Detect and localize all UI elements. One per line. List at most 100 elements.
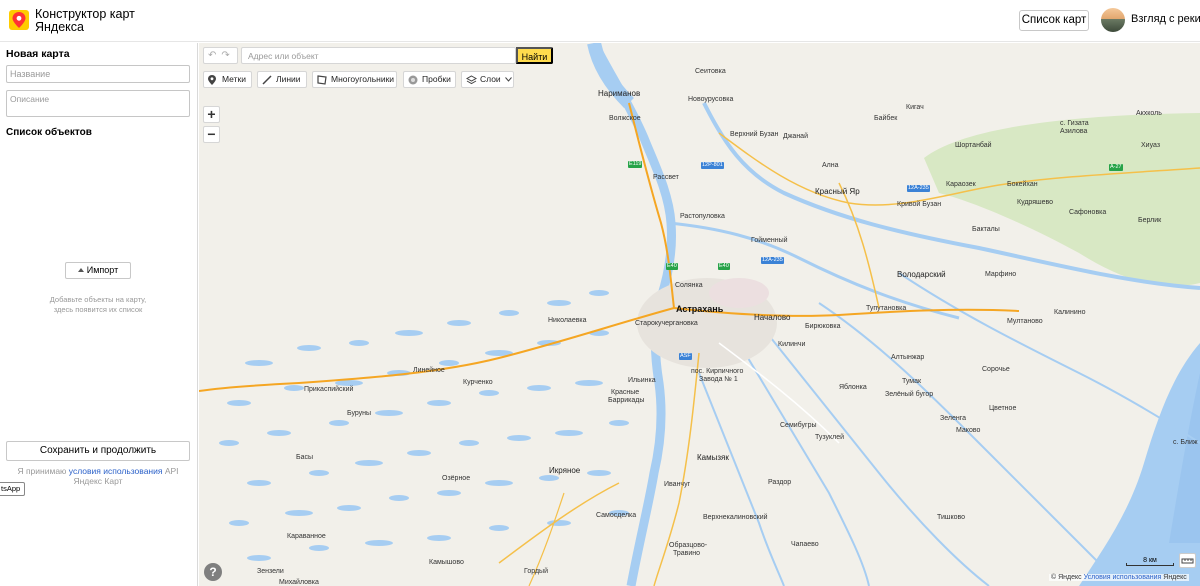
map-label: Верхний Бузан <box>730 131 779 138</box>
map-canvas[interactable]: ↶↷ Адрес или объект Найти Метки Линии Мн… <box>199 43 1200 586</box>
map-search-box[interactable]: Адрес или объект <box>241 47 516 64</box>
traffic-tool[interactable]: Пробки <box>403 71 456 88</box>
polygons-tool[interactable]: Многоугольники <box>312 71 397 88</box>
find-button[interactable]: Найти <box>516 47 553 64</box>
upload-icon <box>77 268 84 272</box>
save-continue-button[interactable]: Сохранить и продолжить <box>6 441 190 461</box>
import-label: Импорт <box>86 265 119 275</box>
layers-label: Слои <box>480 74 501 84</box>
map-label: Камышово <box>429 559 464 566</box>
import-button[interactable]: Импорт <box>65 262 131 279</box>
help-button[interactable]: ? <box>204 563 222 581</box>
map-label: Старокучергановка <box>635 320 698 327</box>
map-label: Сафоновка <box>1069 209 1107 216</box>
map-label: Сеитовка <box>695 68 726 75</box>
map-label: Басы <box>296 454 314 461</box>
map-label: Шортанбай <box>955 142 992 149</box>
header: Конструктор карт Яндекса Список карт Взг… <box>0 0 1200 42</box>
map-label: Бакталы <box>972 226 1000 233</box>
objects-list-title: Список объектов <box>6 127 92 138</box>
lines-tool[interactable]: Линии <box>257 71 307 88</box>
sidebar: Новая карта Название Описание Список объ… <box>0 43 198 586</box>
map-label: Джанай <box>783 133 808 140</box>
polygon-icon <box>317 75 327 85</box>
road-shield: 12Р-801 <box>701 162 724 169</box>
map-label: Бокейхан <box>1007 181 1038 188</box>
marks-tool[interactable]: Метки <box>203 71 252 88</box>
map-label: Алтынжар <box>891 354 925 361</box>
redo-icon[interactable]: ↷ <box>221 50 234 61</box>
brand-title[interactable]: Конструктор карт Яндекса <box>35 8 135 34</box>
map-label: Берлик <box>1138 217 1162 224</box>
map-label: Караозек <box>946 181 976 188</box>
map-label: Тумак <box>902 378 922 385</box>
map-terms-link[interactable]: Условия использования <box>1084 574 1162 581</box>
empty-hint-line-1: Добавьте объекты на карту, <box>49 295 147 304</box>
map-label: Марфино <box>985 271 1017 278</box>
traffic-icon <box>408 75 418 85</box>
map-label: Кигач <box>906 104 924 111</box>
map-label: с. Ближ <box>1173 439 1198 446</box>
map-label: Линейное <box>413 367 445 374</box>
map-label: Рассвет <box>653 174 679 181</box>
user-name[interactable]: Взгляд с реки <box>1131 13 1200 25</box>
maps-list-button[interactable]: Список карт <box>1019 10 1089 31</box>
terms-link[interactable]: условия использования <box>69 466 163 476</box>
undo-icon[interactable]: ↶ <box>208 50 221 61</box>
map-name-input[interactable]: Название <box>6 65 190 83</box>
road-shield: 12А-235 <box>761 257 784 264</box>
ruler-icon <box>1181 558 1194 564</box>
map-label: Хиуаз <box>1141 142 1161 149</box>
layers-tool[interactable]: Слои <box>461 71 514 88</box>
map-label: Началово <box>754 313 791 322</box>
traffic-label: Пробки <box>422 74 451 84</box>
map-label: Тузуклей <box>815 434 845 441</box>
map-label: Зензели <box>257 568 284 575</box>
map-copyright: © Яндекс Условия использования Яндекс <box>1049 574 1189 581</box>
terms-prefix: Я принимаю <box>17 466 67 476</box>
map-label: Красные <box>611 389 640 396</box>
zoom-out-button[interactable]: − <box>203 126 220 143</box>
map-label: Иванчуг <box>664 481 691 488</box>
lines-label: Линии <box>276 74 301 84</box>
brand-line-2: Яндекса <box>35 20 84 34</box>
marks-label: Метки <box>222 74 246 84</box>
chevron-down-icon <box>505 77 512 82</box>
map-label: Ильинка <box>628 377 656 384</box>
zoom-in-button[interactable]: + <box>203 106 220 123</box>
map-label: Завода № 1 <box>699 376 738 383</box>
map-label: Икряное <box>549 466 581 475</box>
map-label: Тишково <box>937 514 966 521</box>
road-shield: E40 <box>718 263 730 270</box>
user-avatar[interactable] <box>1101 8 1125 32</box>
map-label: Кудряшево <box>1017 199 1054 206</box>
map-label: Красный Яр <box>815 187 860 196</box>
map-label: Николаевка <box>548 317 587 324</box>
whatsapp-tab[interactable]: tsApp <box>0 482 25 496</box>
road-shield: E40 <box>666 263 678 270</box>
map-search-input[interactable]: Адрес или объект <box>248 51 319 61</box>
map-label: Баррикады <box>608 397 645 404</box>
map-label: Нариманов <box>598 89 641 98</box>
map-label: Маково <box>956 427 981 434</box>
map-label: Кривой Бузан <box>897 201 942 208</box>
layers-icon <box>466 75 477 85</box>
yandex-maps-logo-icon[interactable] <box>9 10 29 30</box>
map-label: Раздор <box>768 479 792 486</box>
map-description-input[interactable]: Описание <box>6 90 190 117</box>
map-label: Бирюковка <box>805 323 841 330</box>
new-map-title: Новая карта <box>6 48 70 60</box>
terms-text: Я принимаю условия использования API Янд… <box>16 466 180 486</box>
ruler-button[interactable] <box>1179 553 1196 568</box>
map-label: Ална <box>822 162 839 169</box>
polygons-label: Многоугольники <box>331 74 395 84</box>
map-label: Прикаспийский <box>304 386 354 393</box>
map-label: Буруны <box>347 410 372 417</box>
copyright-prefix: © Яндекс <box>1051 574 1082 581</box>
map-label: Чапаево <box>791 541 819 548</box>
road-shield: E119 <box>628 161 643 168</box>
line-icon <box>262 75 272 85</box>
map-label: с. Гизата <box>1060 120 1089 127</box>
empty-hint-line-2: здесь появится их список <box>53 305 143 314</box>
map-label: Тупутановка <box>866 305 907 312</box>
